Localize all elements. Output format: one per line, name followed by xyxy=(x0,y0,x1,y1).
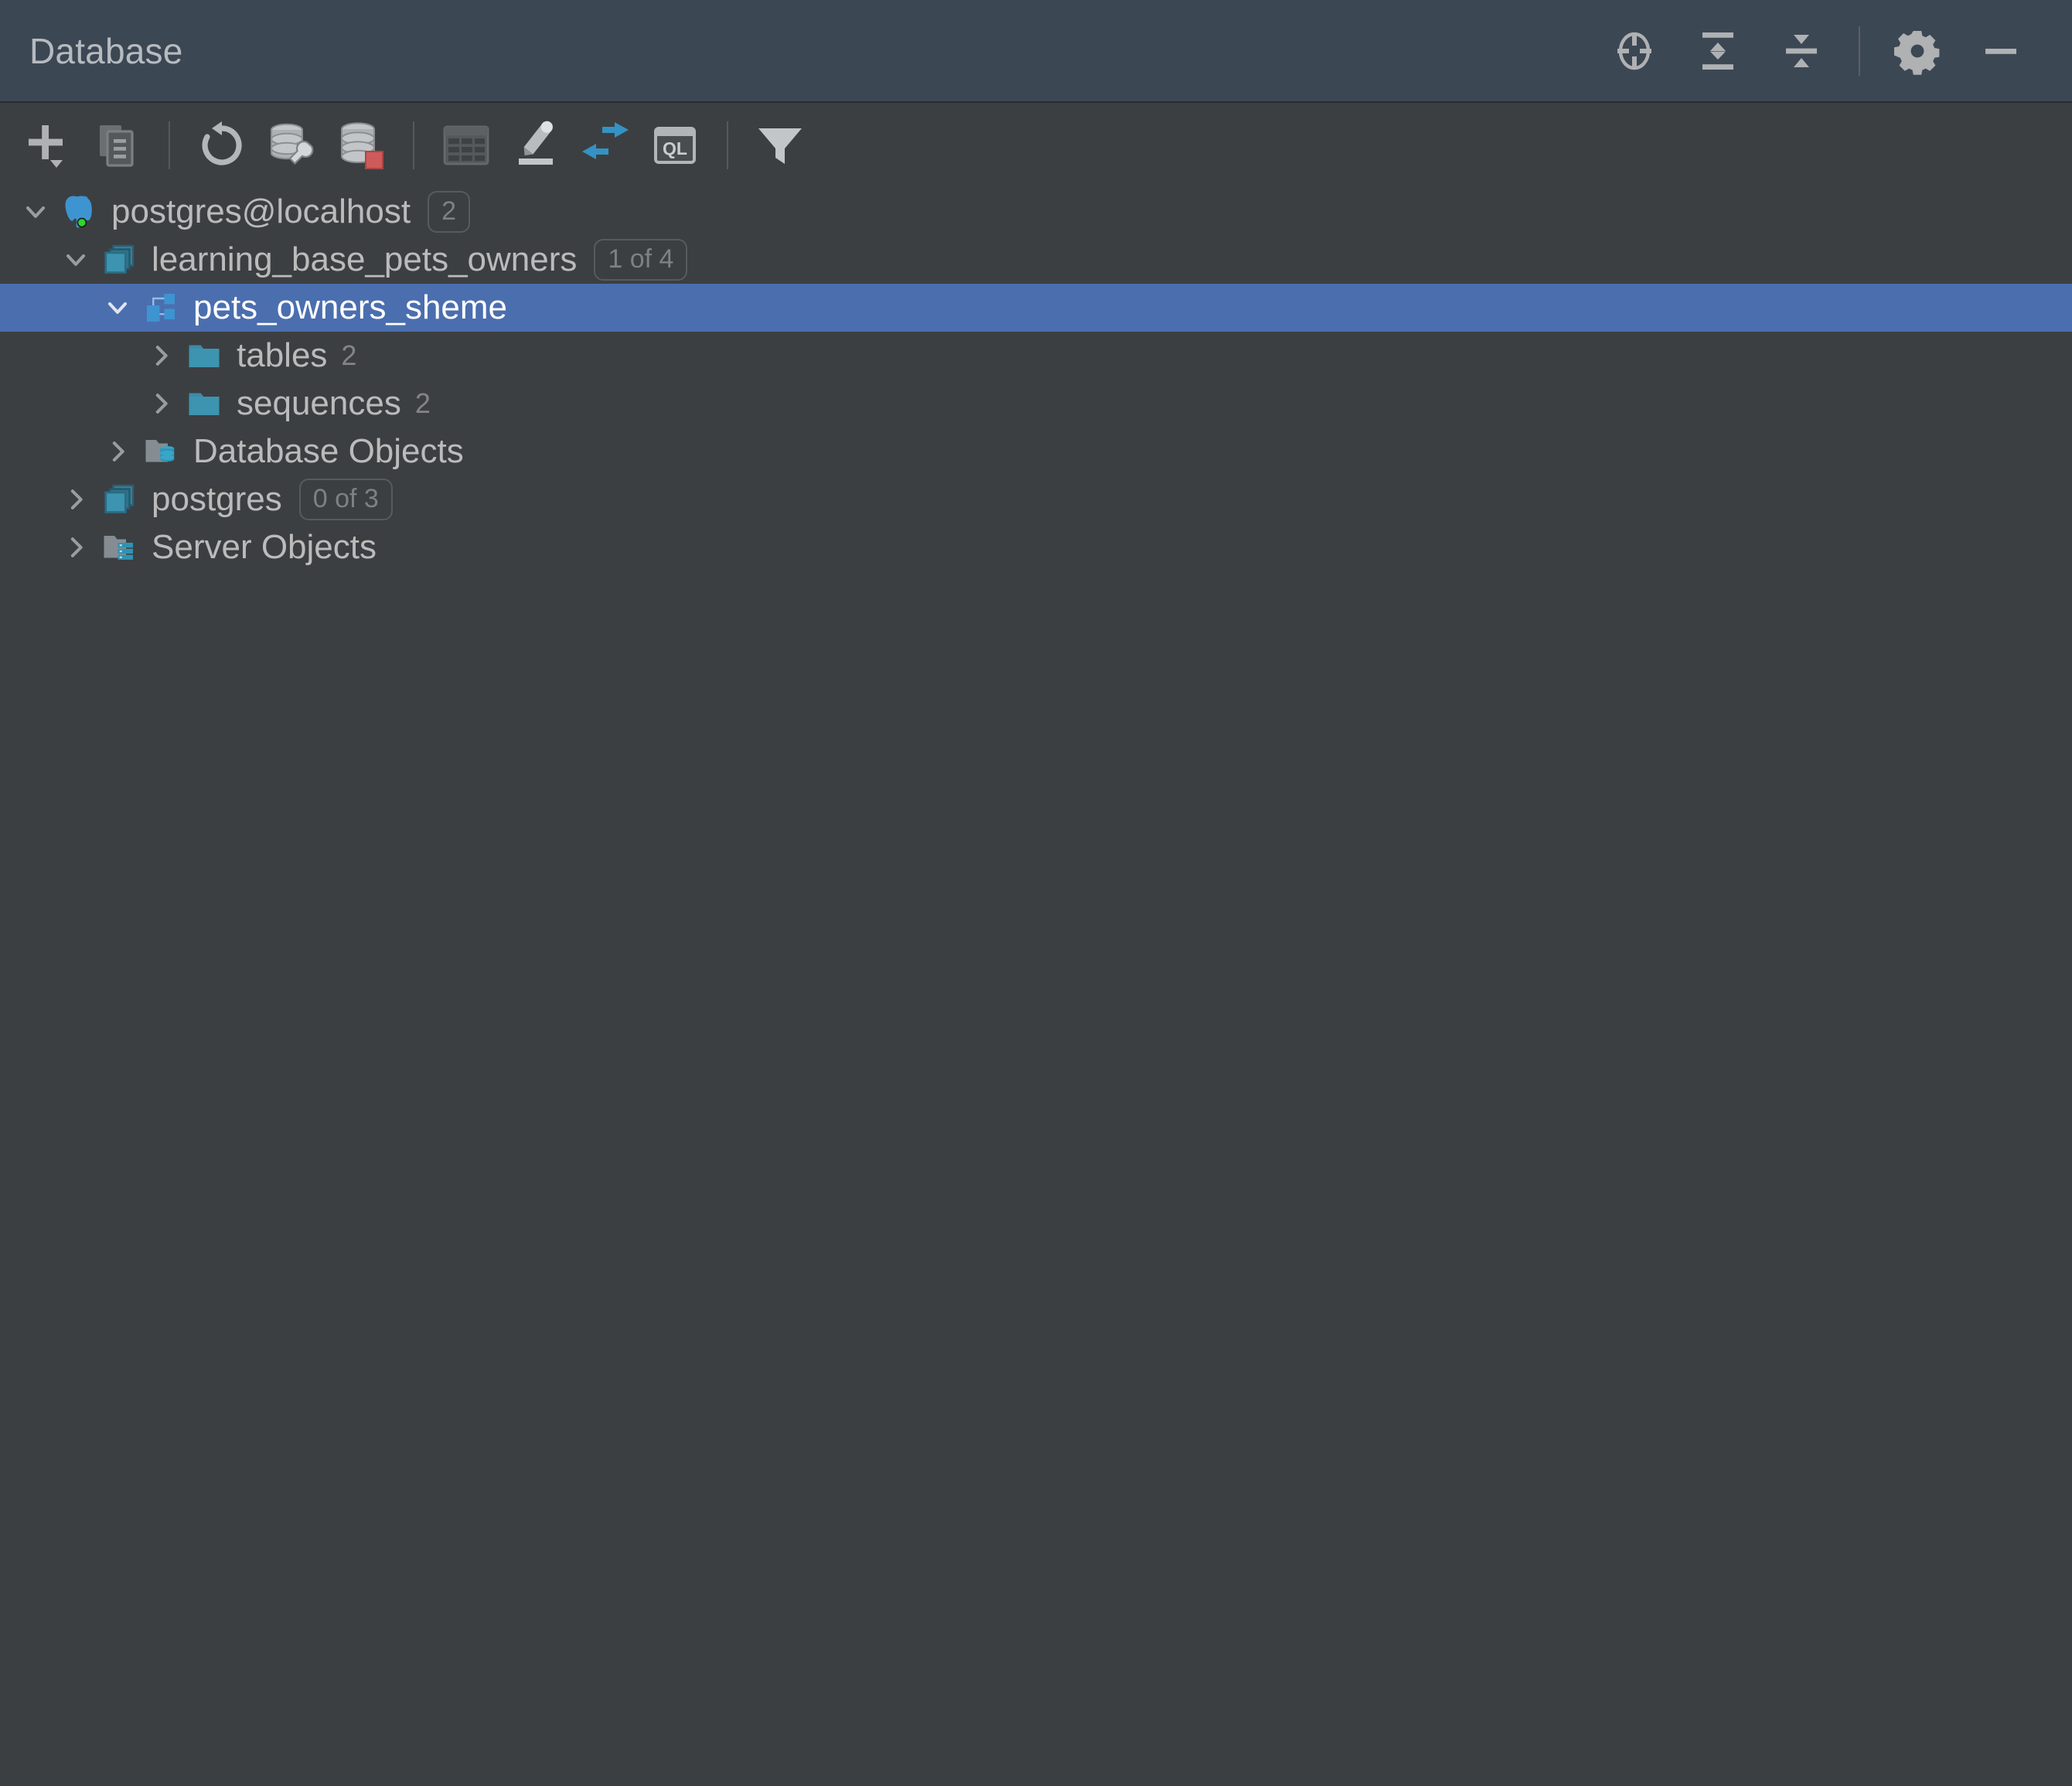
toolbar-separator-3 xyxy=(727,121,728,169)
filter-icon[interactable] xyxy=(745,111,815,180)
tree-row-label: sequences xyxy=(237,384,401,422)
toolbar-separator-2 xyxy=(413,121,414,169)
chevron-right-icon[interactable] xyxy=(54,475,97,523)
chevron-right-icon[interactable] xyxy=(139,380,182,428)
header-action-bar xyxy=(1593,9,2043,93)
tree-row-count: 2 xyxy=(414,387,431,419)
tree-row-selected[interactable]: pets_owners_sheme xyxy=(0,284,2072,332)
tool-window-header: Database xyxy=(0,0,2072,103)
tree-row[interactable]: postgres 0 of 3 xyxy=(0,475,2072,523)
status-badge: 2 xyxy=(428,191,471,233)
data-source-properties-icon[interactable] xyxy=(326,111,396,180)
folder-icon xyxy=(182,332,226,380)
expand-all-icon[interactable] xyxy=(1676,9,1760,93)
query-language-icon[interactable]: QL xyxy=(640,111,710,180)
chevron-right-icon[interactable] xyxy=(96,428,139,475)
chevron-down-icon[interactable] xyxy=(96,284,139,332)
refresh-icon[interactable] xyxy=(187,111,257,180)
header-separator xyxy=(1859,26,1860,76)
database-icon xyxy=(97,236,141,284)
tree-row-label: postgres@localhost xyxy=(111,193,411,230)
tree-row-label: pets_owners_sheme xyxy=(193,288,508,326)
chevron-right-icon[interactable] xyxy=(139,332,182,380)
collapse-all-icon[interactable] xyxy=(1760,9,1843,93)
folder-icon xyxy=(182,380,226,428)
scroll-to-source-icon[interactable] xyxy=(1593,9,1676,93)
minimize-icon[interactable] xyxy=(1959,9,2043,93)
tree-row[interactable]: Database Objects xyxy=(0,428,2072,475)
chevron-down-icon[interactable] xyxy=(54,236,97,284)
tree-row-label: Server Objects xyxy=(152,528,377,566)
database-tools-icon[interactable] xyxy=(257,111,326,180)
schema-icon xyxy=(139,284,182,332)
tree-row[interactable]: postgres@localhost 2 xyxy=(0,188,2072,236)
tree-row[interactable]: learning_base_pets_owners 1 of 4 xyxy=(0,236,2072,284)
tree-row[interactable]: tables 2 xyxy=(0,332,2072,380)
tree-row[interactable]: sequences 2 xyxy=(0,380,2072,428)
server-objects-folder-icon xyxy=(97,523,141,571)
database-icon xyxy=(97,475,141,523)
chevron-down-icon[interactable] xyxy=(14,188,57,236)
postgresql-elephant-icon xyxy=(57,188,101,236)
modify-icon[interactable] xyxy=(501,111,571,180)
tree-row-label: postgres xyxy=(152,480,282,518)
status-badge: 0 of 3 xyxy=(298,479,393,520)
gear-icon[interactable] xyxy=(1876,9,1959,93)
tree-row-count: 2 xyxy=(341,339,357,371)
database-tree[interactable]: postgres@localhost 2 learning_base_pets_… xyxy=(0,188,2072,571)
page-title: Database xyxy=(29,30,183,71)
svg-text:QL: QL xyxy=(663,138,687,158)
chevron-right-icon[interactable] xyxy=(54,523,97,571)
tree-row-label: learning_base_pets_owners xyxy=(152,240,578,278)
toolbar-separator-1 xyxy=(169,121,170,169)
status-badge: 1 of 4 xyxy=(594,239,688,281)
duplicate-icon[interactable] xyxy=(82,111,152,180)
tree-row-label: tables xyxy=(237,336,328,374)
table-editor-icon[interactable] xyxy=(431,111,501,180)
tree-toolbar: QL xyxy=(0,103,2072,188)
jump-to-query-console-icon[interactable] xyxy=(571,111,640,180)
database-objects-folder-icon xyxy=(139,428,182,475)
tree-row[interactable]: Server Objects xyxy=(0,523,2072,571)
tree-row-label: Database Objects xyxy=(193,432,464,470)
add-new-icon[interactable] xyxy=(12,111,82,180)
